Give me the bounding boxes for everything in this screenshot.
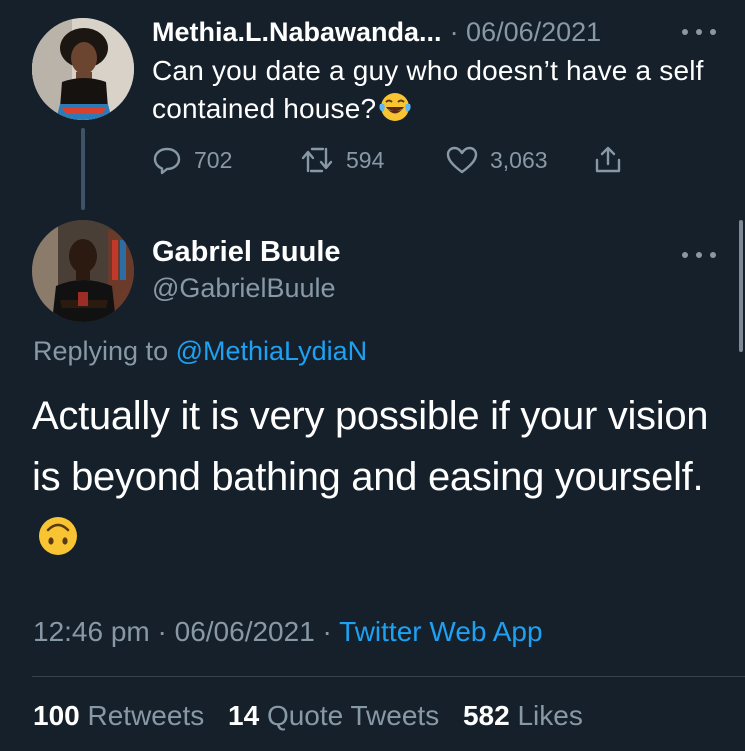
thread-connector-line [81, 128, 85, 210]
reply-handle[interactable]: @GabrielBuule [152, 273, 336, 304]
more-options-icon[interactable] [682, 249, 716, 261]
heart-icon [446, 145, 478, 175]
quotes-label: Quote Tweets [266, 700, 440, 731]
parent-tweet-actions: 702 594 3,063 [152, 140, 652, 180]
scrollbar[interactable] [739, 220, 743, 352]
retweet-icon [300, 145, 334, 175]
retweets-label: Retweets [87, 700, 205, 731]
reply-button[interactable]: 702 [152, 140, 232, 180]
share-icon [592, 144, 624, 176]
like-count: 3,063 [490, 146, 548, 173]
retweet-count: 594 [346, 146, 385, 173]
reply-display-name[interactable]: Gabriel Buule [152, 236, 341, 269]
retweets-value: 100 [33, 700, 80, 731]
reply-tweet-body: Actually it is very possible if your vis… [32, 394, 709, 499]
likes-value: 582 [462, 700, 510, 731]
parent-tweet-header: Methia.L.Nabawanda... · 06/06/2021 [152, 14, 712, 50]
retweets-stat[interactable]: 100 Retweets [33, 700, 204, 731]
tweet-detail-screen: Methia.L.Nabawanda... · 06/06/2021 Can y… [0, 0, 745, 751]
reply-count: 702 [194, 146, 233, 173]
mention-link[interactable]: @MethiaLydiaN [176, 336, 368, 366]
tweet-source-link[interactable]: Twitter Web App [339, 616, 542, 647]
reply-tweet-text: Actually it is very possible if your vis… [32, 386, 722, 569]
quotes-value: 14 [228, 700, 260, 731]
avatar-methia[interactable] [32, 18, 134, 120]
reply-icon [152, 145, 182, 175]
retweet-button[interactable]: 594 [300, 140, 384, 180]
parent-tweet-text: Can you date a guy who doesn’t have a se… [152, 52, 722, 128]
likes-stat[interactable]: 582 Likes [463, 700, 583, 731]
tears-of-joy-emoji-icon [378, 90, 412, 124]
likes-label: Likes [517, 700, 583, 731]
replying-to-label: Replying to [33, 336, 169, 366]
tweet-time[interactable]: 12:46 pm · 06/06/2021 · [33, 616, 332, 647]
share-button[interactable] [592, 140, 624, 180]
like-button[interactable]: 3,063 [446, 140, 548, 180]
upside-down-face-emoji-icon [36, 514, 80, 558]
parent-tweet-body: Can you date a guy who doesn’t have a se… [152, 55, 704, 124]
engagement-stats: 100 Retweets 14 Quote Tweets 582 Likes [33, 700, 583, 732]
parent-display-name[interactable]: Methia.L.Nabawanda... [152, 17, 442, 48]
quote-tweets-stat[interactable]: 14 Quote Tweets [228, 700, 439, 731]
avatar-gabriel[interactable] [32, 220, 134, 322]
replying-to-line: Replying to @MethiaLydiaN [33, 336, 367, 367]
parent-tweet-date[interactable]: · 06/06/2021 [450, 17, 602, 48]
divider [32, 676, 745, 677]
more-options-icon[interactable] [682, 26, 716, 38]
tweet-timestamp: 12:46 pm · 06/06/2021 · Twitter Web App [33, 616, 543, 648]
